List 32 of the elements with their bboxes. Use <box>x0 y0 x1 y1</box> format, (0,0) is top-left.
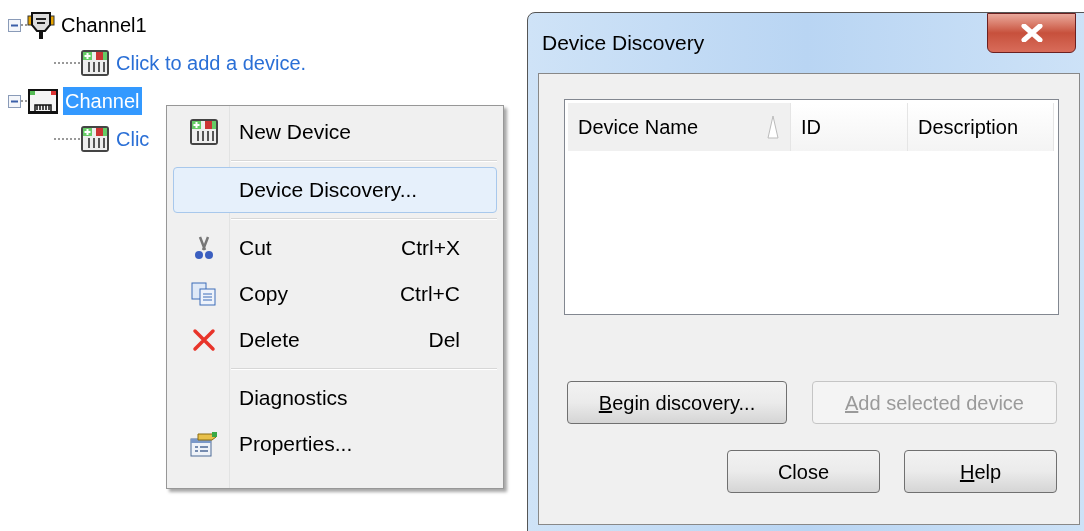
serial-port-icon <box>27 10 55 40</box>
delete-icon <box>192 328 216 352</box>
dialog-button: Add selected device <box>812 381 1057 424</box>
menu-item[interactable]: Delete Del <box>173 317 497 363</box>
device-add-icon <box>80 49 110 77</box>
menu-item[interactable]: Copy Ctrl+C <box>173 271 497 317</box>
collapse-icon[interactable] <box>8 94 21 108</box>
menu-item[interactable]: Properties... <box>173 421 497 467</box>
ethernet-port-icon <box>27 87 59 115</box>
tree-node[interactable]: Channel1 <box>59 11 149 39</box>
add-device-link[interactable]: Clic <box>116 124 150 154</box>
dialog-button[interactable]: Close <box>727 450 880 493</box>
properties-icon <box>190 431 218 457</box>
collapse-icon[interactable] <box>8 18 21 32</box>
device-add-icon <box>80 125 110 153</box>
column-header[interactable]: Description <box>908 103 1054 151</box>
dialog-button[interactable]: Help <box>904 450 1057 493</box>
menu-item[interactable]: Device Discovery... <box>173 167 497 213</box>
dialog-button[interactable]: Begin discovery... <box>567 381 787 424</box>
menu-item[interactable]: Cut Ctrl+X <box>173 225 497 271</box>
window-title: Device Discovery <box>542 30 705 57</box>
add-device-link[interactable]: Click to add a device. <box>116 48 307 78</box>
copy-icon <box>191 282 217 306</box>
column-header[interactable]: ID <box>791 103 908 151</box>
column-header[interactable]: Device Name <box>568 103 791 151</box>
menu-item[interactable]: New Device <box>173 109 497 155</box>
close-icon <box>1020 24 1043 42</box>
scissors-icon <box>194 235 214 261</box>
sort-arrow-icon <box>766 114 780 140</box>
menu-item[interactable]: Diagnostics <box>173 375 497 421</box>
new-device-icon <box>189 118 219 146</box>
close-button[interactable] <box>987 13 1076 53</box>
